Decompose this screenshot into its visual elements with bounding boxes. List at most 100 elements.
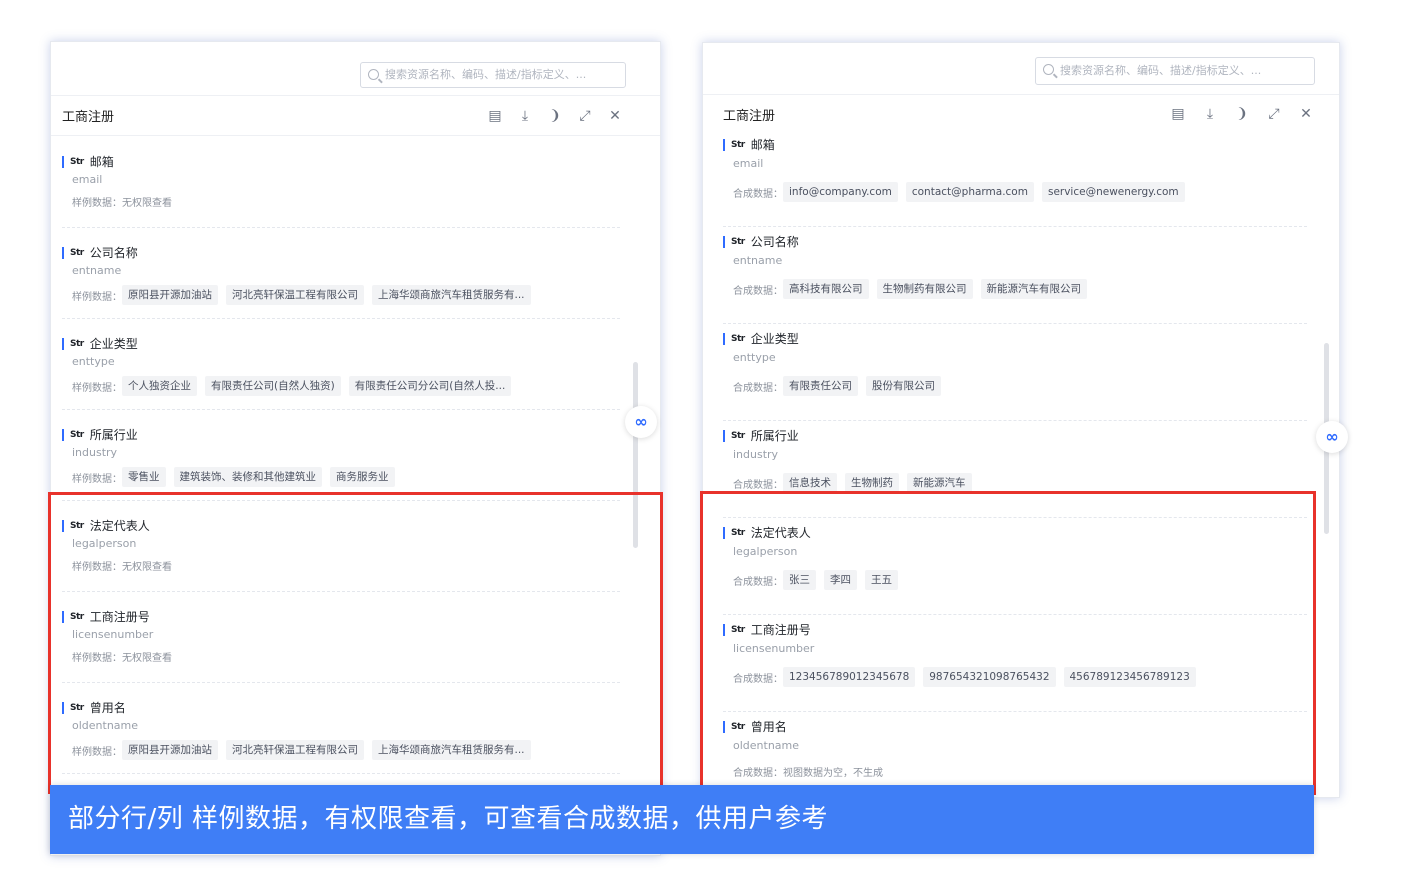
field-name: Str 企业类型 bbox=[62, 335, 138, 352]
search-icon bbox=[1043, 64, 1054, 75]
field-code: email bbox=[72, 173, 103, 186]
field-title: 邮箱 bbox=[750, 138, 775, 152]
close-icon[interactable]: ✕ bbox=[1297, 105, 1315, 123]
download-icon[interactable]: ⤓ bbox=[1201, 105, 1219, 123]
search-placeholder: 搜索资源名称、编码、描述/指标定义、... bbox=[385, 68, 587, 81]
sample-label: 合成数据： bbox=[733, 188, 783, 200]
type-label: Str bbox=[70, 338, 84, 349]
sample-tag: 建筑装饰、装修和其他建筑业 bbox=[173, 467, 322, 487]
quote-icon[interactable]: ❩ bbox=[1233, 105, 1251, 123]
sample-tag: 信息技术 bbox=[783, 473, 837, 493]
panel-title: 工商注册 bbox=[723, 108, 776, 124]
field-code: enttype bbox=[733, 351, 776, 364]
accent-bar bbox=[62, 428, 64, 441]
accent-bar bbox=[723, 332, 725, 345]
sample-label: 样例数据： bbox=[72, 198, 122, 209]
type-label: Str bbox=[731, 430, 745, 441]
table-icon[interactable]: ▤ bbox=[486, 107, 504, 125]
sample-tag: 零售业 bbox=[122, 467, 166, 487]
sample-row: 合成数据： info@company.com contact@pharma.com s… bbox=[733, 182, 1193, 202]
sample-label: 合成数据： bbox=[733, 382, 783, 394]
sample-tag: 有限责任公司 bbox=[783, 376, 858, 396]
field-row[interactable]: Str 公司名称 entname 合成数据： 高科技有限公司 生物制药有限公司 新能源汽车有… bbox=[723, 227, 1307, 324]
accent-bar bbox=[723, 235, 725, 248]
sample-tag: 上海华颂商旅汽车租赁服务有... bbox=[372, 285, 531, 305]
caption-banner: 部分行/列 样例数据，有权限查看，可查看合成数据，供用户参考 bbox=[50, 785, 1314, 854]
field-code: entname bbox=[733, 254, 783, 267]
sample-tag: 生物制药有限公司 bbox=[876, 279, 973, 299]
search-row: 搜索资源名称、编码、描述/指标定义、... bbox=[51, 42, 660, 96]
sample-tag: 河北亮轩保温工程有限公司 bbox=[226, 285, 364, 305]
infinity-icon[interactable]: ∞ bbox=[625, 406, 657, 438]
field-code: industry bbox=[733, 448, 779, 461]
type-label: Str bbox=[70, 247, 84, 258]
sample-row: 合成数据： 高科技有限公司 生物制药有限公司 新能源汽车有限公司 bbox=[733, 279, 1095, 299]
sample-label: 样例数据： bbox=[72, 382, 122, 394]
sample-tag: 原阳县开源加油站 bbox=[122, 285, 218, 305]
highlight-box bbox=[48, 492, 663, 794]
infinity-icon[interactable]: ∞ bbox=[1316, 421, 1348, 453]
sample-label: 样例数据： bbox=[72, 473, 122, 485]
sample-label: 合成数据： bbox=[733, 479, 783, 491]
accent-bar bbox=[723, 429, 725, 442]
quote-icon[interactable]: ❩ bbox=[546, 107, 564, 125]
panel-title: 工商注册 bbox=[62, 110, 115, 125]
field-title: 公司名称 bbox=[89, 246, 138, 260]
field-name: Str 公司名称 bbox=[62, 244, 138, 261]
field-row[interactable]: Str 所属行业 industry 样例数据： 零售业 建筑装饰、装修和其他建筑业 商务服务… bbox=[62, 410, 620, 501]
field-row[interactable]: Str 公司名称 entname 样例数据： 原阳县开源加油站 河北亮轩保温工程有限公司上… bbox=[62, 228, 620, 319]
sample-tag: 有限责任公司(自然人独资) bbox=[205, 376, 341, 396]
close-icon[interactable]: ✕ bbox=[606, 107, 624, 125]
sample-row: 样例数据： 原阳县开源加油站 河北亮轩保温工程有限公司 上海华颂商旅汽车租赁服务有..… bbox=[72, 285, 539, 305]
field-code: email bbox=[733, 157, 764, 170]
field-row[interactable]: Str 邮箱 email 合成数据： info@company.com contact@p… bbox=[723, 130, 1307, 227]
accent-bar bbox=[62, 155, 64, 168]
highlight-box bbox=[700, 491, 1316, 795]
sample-tag: info@company.com bbox=[783, 182, 898, 202]
field-title: 邮箱 bbox=[89, 155, 114, 169]
accent-bar bbox=[62, 337, 64, 350]
accent-bar bbox=[723, 138, 725, 151]
field-row[interactable]: Str 企业类型 enttype 样例数据： 个人独资企业 有限责任公司(自然人独资) 有限… bbox=[62, 319, 620, 410]
sample-tag: 生物制药 bbox=[845, 473, 899, 493]
search-input[interactable]: 搜索资源名称、编码、描述/指标定义、... bbox=[360, 62, 626, 88]
field-title: 所属行业 bbox=[750, 429, 799, 443]
field-code: entname bbox=[72, 264, 122, 277]
field-row[interactable]: Str 邮箱 email 样例数据： 无权限查看 bbox=[62, 137, 620, 228]
sample-tag: contact@pharma.com bbox=[905, 182, 1034, 202]
panel-header: 工商注册 ▤ ⤓ ❩ ⤢ ✕ bbox=[703, 95, 1339, 133]
field-code: industry bbox=[72, 446, 118, 459]
sample-tag: 商务服务业 bbox=[330, 467, 395, 487]
expand-icon[interactable]: ⤢ bbox=[1265, 105, 1283, 123]
sample-tag: 新能源汽车有限公司 bbox=[980, 279, 1087, 299]
expand-icon[interactable]: ⤢ bbox=[576, 107, 594, 125]
sample-label: 合成数据： bbox=[733, 285, 783, 297]
sample-row: 样例数据： 零售业 建筑装饰、装修和其他建筑业 商务服务业 bbox=[72, 467, 403, 487]
field-name: Str 公司名称 bbox=[723, 233, 799, 250]
sample-tag: 新能源汽车 bbox=[907, 473, 972, 493]
search-icon bbox=[368, 69, 379, 80]
sample-row: 样例数据： 无权限查看 bbox=[72, 194, 172, 209]
sample-row: 合成数据： 有限责任公司 股份有限公司 bbox=[733, 376, 949, 396]
sample-tag: service@newenergy.com bbox=[1041, 182, 1185, 202]
field-name: Str 邮箱 bbox=[62, 153, 114, 170]
sample-tag: 股份有限公司 bbox=[866, 376, 941, 396]
sample-row: 合成数据： 信息技术 生物制药 新能源汽车 bbox=[733, 473, 980, 493]
field-name: Str 企业类型 bbox=[723, 330, 799, 347]
download-icon[interactable]: ⤓ bbox=[516, 107, 534, 125]
sample-tag: 高科技有限公司 bbox=[783, 279, 869, 299]
type-label: Str bbox=[731, 236, 745, 247]
type-label: Str bbox=[731, 333, 745, 344]
toolbar: ▤ ⤓ ❩ ⤢ ✕ bbox=[1169, 95, 1315, 133]
sample-label: 样例数据： bbox=[72, 291, 122, 303]
search-input[interactable]: 搜索资源名称、编码、描述/指标定义、... bbox=[1035, 57, 1315, 85]
sample-row: 样例数据： 个人独资企业 有限责任公司(自然人独资) 有限责任公司分公司(自然人投..… bbox=[72, 376, 519, 396]
field-row[interactable]: Str 企业类型 enttype 合成数据： 有限责任公司 股份有限公司 bbox=[723, 324, 1307, 421]
field-title: 公司名称 bbox=[750, 235, 799, 249]
field-title: 企业类型 bbox=[89, 337, 138, 351]
search-row: 搜索资源名称、编码、描述/指标定义、... bbox=[703, 43, 1339, 95]
type-label: Str bbox=[70, 156, 84, 167]
table-icon[interactable]: ▤ bbox=[1169, 105, 1187, 123]
field-code: enttype bbox=[72, 355, 115, 368]
field-title: 所属行业 bbox=[89, 428, 138, 442]
